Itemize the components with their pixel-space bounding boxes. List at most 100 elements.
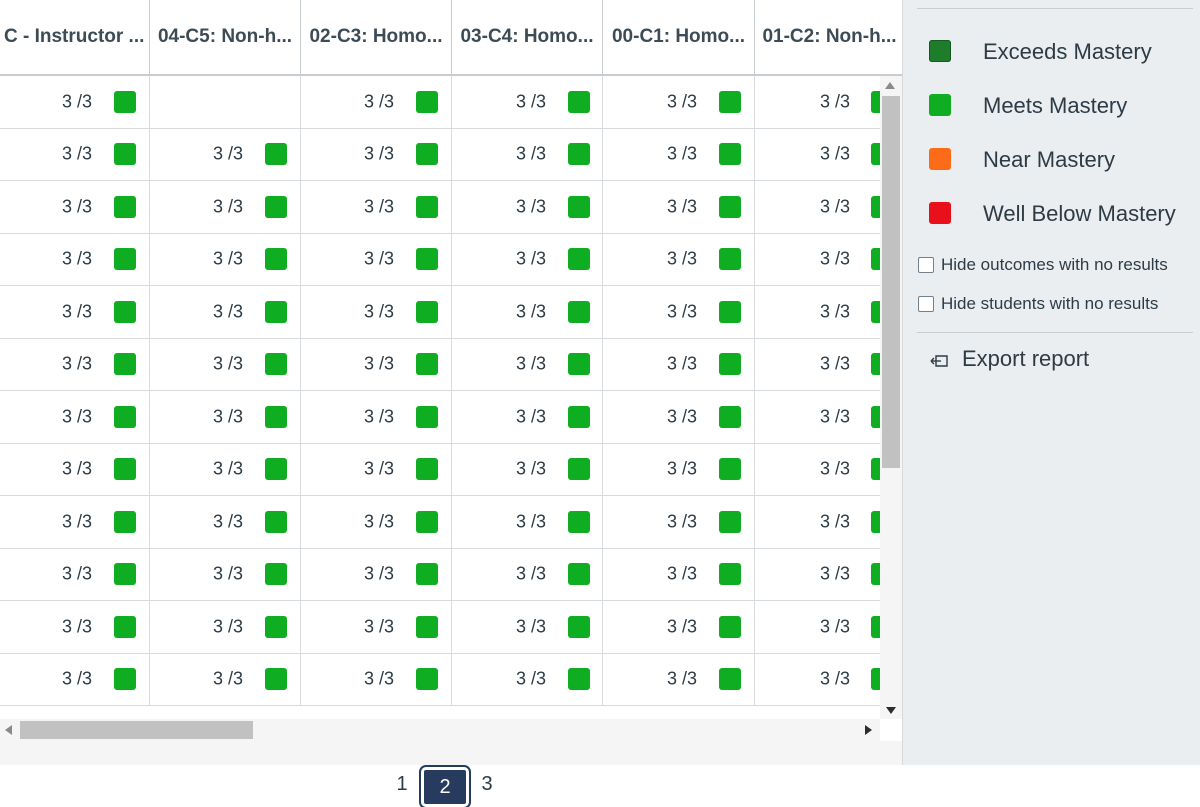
scroll-up-arrow-icon[interactable] [885, 82, 895, 89]
score-cell[interactable]: 3 /3 [755, 549, 880, 601]
score-cell[interactable]: 3 /3 [301, 181, 452, 233]
score-cell[interactable]: 3 /3 [603, 233, 755, 285]
hide-outcomes-label[interactable]: Hide outcomes with no results [941, 255, 1168, 275]
score-cell[interactable]: 3 /3 [603, 338, 755, 390]
score-cell[interactable]: 3 /3 [452, 338, 603, 390]
score-cell[interactable]: 3 /3 [150, 233, 301, 285]
score-cell[interactable]: 3 /3 [755, 601, 880, 653]
score-cell[interactable]: 3 /3 [0, 233, 150, 285]
score-cell[interactable]: 3 /3 [755, 181, 880, 233]
score-cell[interactable]: 3 /3 [150, 601, 301, 653]
score-cell[interactable]: 3 /3 [452, 181, 603, 233]
score-cell[interactable]: 3 /3 [150, 496, 301, 548]
score-cell[interactable]: 3 /3 [150, 128, 301, 180]
score-cell[interactable]: 3 /3 [0, 181, 150, 233]
score-cell[interactable]: 3 /3 [452, 601, 603, 653]
score-cell[interactable]: 3 /3 [301, 128, 452, 180]
score-cell[interactable]: 3 /3 [755, 496, 880, 548]
score-cell[interactable]: 3 /3 [603, 286, 755, 338]
vertical-scrollbar[interactable] [880, 76, 902, 719]
score-cell[interactable]: 3 /3 [150, 286, 301, 338]
score-cell[interactable]: 3 /3 [301, 443, 452, 495]
page-button[interactable]: 1 [388, 765, 416, 803]
score-cell[interactable]: 3 /3 [755, 654, 880, 706]
score-cell[interactable]: 3 /3 [755, 129, 880, 181]
score-cell[interactable]: 3 /3 [301, 233, 452, 285]
score-cell[interactable]: 3 /3 [301, 601, 452, 653]
vertical-scroll-thumb[interactable] [882, 96, 900, 468]
score-cell[interactable]: 3 /3 [301, 76, 452, 128]
score-cell[interactable]: 3 /3 [0, 338, 150, 390]
score-cell[interactable]: 3 /3 [603, 76, 755, 128]
score-value: 3 /3 [364, 143, 395, 164]
score-cell[interactable]: 3 /3 [755, 286, 880, 338]
mastery-status-icon [265, 668, 287, 691]
hide-students-label[interactable]: Hide students with no results [941, 294, 1158, 314]
score-cell[interactable]: 3 /3 [452, 443, 603, 495]
mastery-status-icon [416, 195, 438, 218]
score-cell[interactable]: 3 /3 [452, 76, 603, 128]
score-cell[interactable]: 3 /3 [452, 548, 603, 600]
score-cell[interactable]: 3 /3 [603, 653, 755, 705]
column-header[interactable]: C - Instructor ... [0, 0, 150, 74]
score-cell[interactable] [150, 76, 301, 128]
score-cell[interactable]: 3 /3 [301, 286, 452, 338]
score-cell[interactable]: 3 /3 [0, 286, 150, 338]
score-cell[interactable]: 3 /3 [603, 548, 755, 600]
hide-outcomes-option[interactable]: Hide outcomes with no results [918, 255, 1198, 279]
score-cell[interactable]: 3 /3 [301, 548, 452, 600]
score-cell[interactable]: 3 /3 [301, 496, 452, 548]
score-cell[interactable]: 3 /3 [150, 653, 301, 705]
score-cell[interactable]: 3 /3 [0, 128, 150, 180]
score-cell[interactable]: 3 /3 [0, 653, 150, 705]
score-cell[interactable]: 3 /3 [150, 391, 301, 443]
score-cell[interactable]: 3 /3 [603, 181, 755, 233]
horizontal-scroll-thumb[interactable] [20, 721, 253, 739]
score-cell[interactable]: 3 /3 [755, 339, 880, 391]
score-cell[interactable]: 3 /3 [755, 391, 880, 443]
hide-students-option[interactable]: Hide students with no results [918, 294, 1198, 318]
score-cell[interactable]: 3 /3 [603, 128, 755, 180]
score-cell[interactable]: 3 /3 [150, 338, 301, 390]
horizontal-scrollbar[interactable] [0, 719, 880, 741]
score-cell[interactable]: 3 /3 [452, 233, 603, 285]
score-cell[interactable]: 3 /3 [755, 234, 880, 286]
score-cell[interactable]: 3 /3 [603, 443, 755, 495]
export-report-button[interactable]: Export report [930, 346, 1190, 376]
score-cell[interactable]: 3 /3 [301, 653, 452, 705]
score-cell[interactable]: 3 /3 [603, 496, 755, 548]
score-cell[interactable]: 3 /3 [0, 601, 150, 653]
score-cell[interactable]: 3 /3 [452, 128, 603, 180]
score-cell[interactable]: 3 /3 [150, 548, 301, 600]
column-header[interactable]: 03-C4: Homo... [452, 0, 603, 74]
column-header[interactable]: 04-C5: Non-h... [150, 0, 301, 74]
scroll-right-arrow-icon[interactable] [865, 725, 872, 735]
score-cell[interactable]: 3 /3 [0, 76, 150, 128]
score-cell[interactable]: 3 /3 [150, 181, 301, 233]
score-cell[interactable]: 3 /3 [0, 496, 150, 548]
export-report-label[interactable]: Export report [962, 346, 1089, 372]
page-button[interactable]: 3 [473, 765, 501, 803]
score-cell[interactable]: 3 /3 [452, 496, 603, 548]
column-header[interactable]: 01-C2: Non-h... [755, 0, 905, 74]
score-cell[interactable]: 3 /3 [301, 338, 452, 390]
score-cell[interactable]: 3 /3 [603, 601, 755, 653]
score-cell[interactable]: 3 /3 [755, 444, 880, 496]
hide-outcomes-checkbox[interactable] [918, 257, 934, 273]
score-cell[interactable]: 3 /3 [452, 286, 603, 338]
score-cell[interactable]: 3 /3 [0, 443, 150, 495]
score-cell[interactable]: 3 /3 [301, 391, 452, 443]
score-cell[interactable]: 3 /3 [150, 443, 301, 495]
score-cell[interactable]: 3 /3 [603, 391, 755, 443]
score-cell[interactable]: 3 /3 [755, 76, 880, 128]
column-header[interactable]: 00-C1: Homo... [603, 0, 755, 74]
scroll-down-arrow-icon[interactable] [886, 707, 896, 714]
page-button[interactable]: 2 [419, 765, 471, 807]
score-cell[interactable]: 3 /3 [0, 391, 150, 443]
score-cell[interactable]: 3 /3 [452, 653, 603, 705]
column-header[interactable]: 02-C3: Homo... [301, 0, 452, 74]
scroll-left-arrow-icon[interactable] [5, 725, 12, 735]
hide-students-checkbox[interactable] [918, 296, 934, 312]
score-cell[interactable]: 3 /3 [452, 391, 603, 443]
score-cell[interactable]: 3 /3 [0, 548, 150, 600]
